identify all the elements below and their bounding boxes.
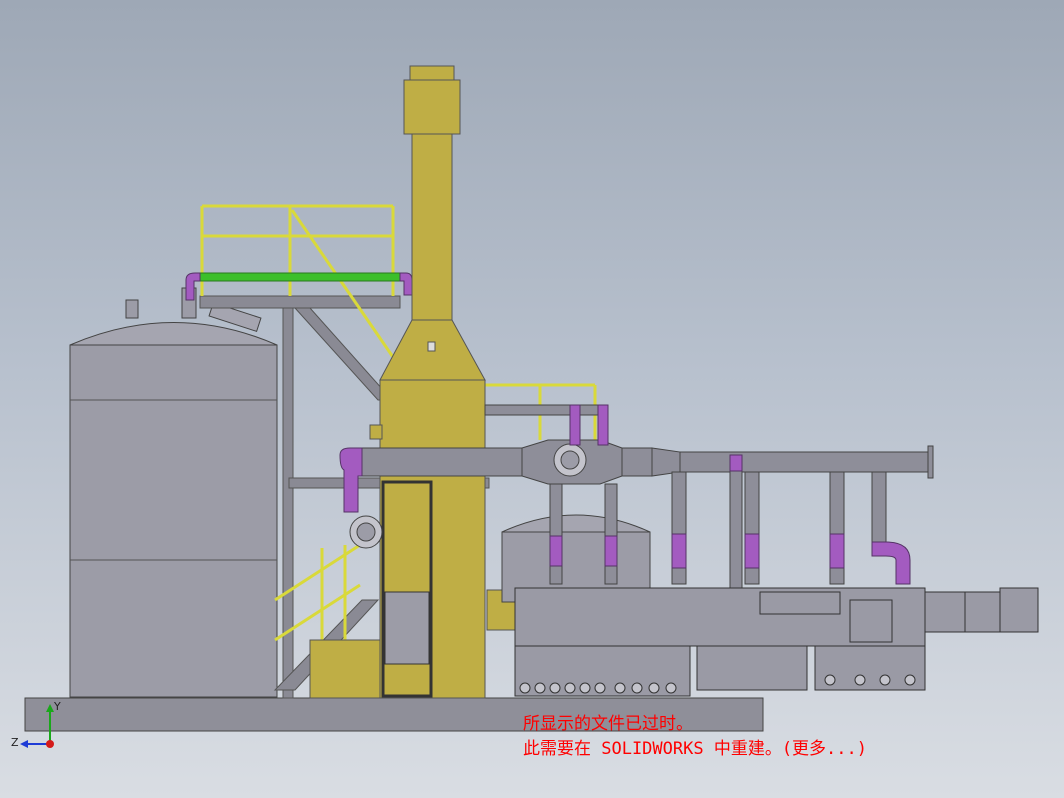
elbow-top-right [399,272,413,296]
triad-y-label: Y [54,700,61,713]
cad-model-scene[interactable] [0,0,1064,798]
elbow-top-left [185,272,201,301]
green-pipe [199,272,401,282]
process-module [514,587,1039,697]
equipment-box [384,591,430,665]
rebuild-warning-line2[interactable]: 此需要在 SOLIDWORKS 中重建。(更多...) [523,739,867,759]
triad-z-label: Z [11,736,19,749]
graphics-viewport[interactable]: 所显示的文件已过时。 此需要在 SOLIDWORKS 中重建。(更多...) Y… [0,0,1064,798]
rebuild-warning-line1: 所显示的文件已过时。 [523,714,693,734]
orientation-triad[interactable]: Y Z [8,700,68,752]
pump-box [309,639,381,699]
storage-tank [69,287,278,698]
